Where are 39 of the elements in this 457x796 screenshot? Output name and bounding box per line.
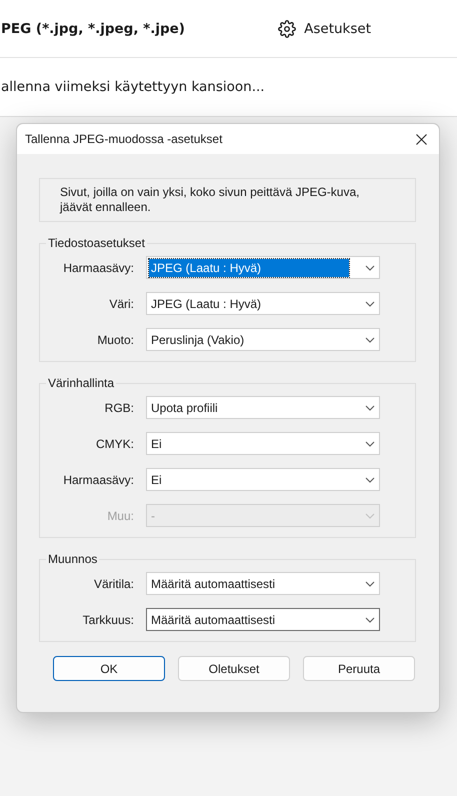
dropdown[interactable]: Määritä automaattisesti	[146, 572, 380, 595]
dialog-button[interactable]: Oletukset	[178, 656, 290, 681]
dropdown[interactable]: JPEG (Laatu : Hyvä)	[146, 292, 380, 315]
dialog-button[interactable]: OK	[53, 656, 165, 681]
field-label: Väritila:	[92, 576, 134, 590]
field-label: CMYK:	[94, 436, 134, 450]
dropdown[interactable]: JPEG (Laatu : Hyvä)	[146, 256, 380, 279]
field-label: Harmaasävy:	[62, 472, 134, 486]
chevron-icon	[365, 300, 375, 306]
chevron-icon	[365, 512, 375, 518]
dialog-title: Tallenna JPEG-muodossa -asetukset	[25, 132, 222, 146]
dropdown[interactable]: Ei	[146, 468, 380, 491]
settings-icon	[278, 20, 296, 38]
settings-button[interactable]: Asetukset	[278, 20, 371, 38]
field-label: Muoto:	[96, 332, 134, 346]
field-label: Harmaasävy:	[62, 260, 134, 274]
chevron-icon	[365, 404, 375, 410]
file-format-value: PEG (*.jpg, *.jpeg, *.jpe)	[1, 20, 185, 36]
info-text: Sivut, joilla on vain yksi, koko sivun peittävä JPEG-kuva, jäävät ennalleen.	[39, 178, 416, 222]
dialog-button[interactable]: Peruuta	[303, 656, 415, 681]
group-title: Tiedostoasetukset	[47, 236, 146, 250]
group-title: Värinhallinta	[47, 376, 116, 390]
field-label: Muu:	[106, 508, 134, 522]
dropdown[interactable]: Määritä automaattisesti	[146, 608, 380, 631]
save-location-option[interactable]: allenna viimeksi käytettyyn kansioon...	[1, 79, 265, 95]
dropdown[interactable]: Upota profiili	[146, 396, 380, 419]
close-icon	[416, 134, 427, 144]
dropdown[interactable]: Peruslinja (Vakio)	[146, 328, 380, 351]
group-title: Muunnos	[47, 552, 98, 566]
chevron-icon	[365, 616, 375, 622]
field-label: RGB:	[104, 400, 134, 414]
field-label: Tarkkuus:	[82, 612, 134, 626]
chevron-icon	[365, 264, 375, 270]
chevron-icon	[365, 440, 375, 446]
dropdown[interactable]: Ei	[146, 432, 380, 455]
chevron-icon	[365, 580, 375, 586]
field-label: Väri:	[108, 296, 134, 310]
chevron-icon	[365, 476, 375, 482]
chevron-icon	[365, 336, 375, 342]
